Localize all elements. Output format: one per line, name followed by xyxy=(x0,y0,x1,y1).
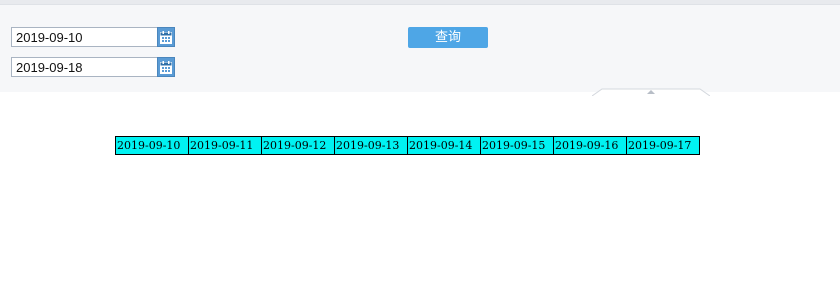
table-row: 2019-09-10 2019-09-11 2019-09-12 2019-09… xyxy=(115,136,700,155)
table-cell: 2019-09-16 xyxy=(553,136,627,155)
chevron-up-icon xyxy=(591,88,711,97)
table-cell: 2019-09-13 xyxy=(334,136,408,155)
filter-panel: 查询 xyxy=(0,5,840,92)
start-calendar-button[interactable] xyxy=(157,27,175,47)
dates-table: 2019-09-10 2019-09-11 2019-09-12 2019-09… xyxy=(115,136,700,155)
table-cell: 2019-09-11 xyxy=(188,136,262,155)
start-date-input[interactable] xyxy=(11,27,157,47)
table-cell: 2019-09-17 xyxy=(626,136,700,155)
start-date-picker xyxy=(11,27,175,47)
end-date-input[interactable] xyxy=(11,57,157,77)
table-cell: 2019-09-12 xyxy=(261,136,335,155)
panel-collapse-toggle[interactable] xyxy=(591,84,711,97)
end-calendar-button[interactable] xyxy=(157,57,175,77)
table-cell: 2019-09-10 xyxy=(115,136,189,155)
end-date-picker xyxy=(11,57,175,77)
calendar-icon xyxy=(160,30,172,44)
calendar-icon xyxy=(160,60,172,74)
table-cell: 2019-09-15 xyxy=(480,136,554,155)
table-cell: 2019-09-14 xyxy=(407,136,481,155)
query-button[interactable]: 查询 xyxy=(408,27,488,48)
